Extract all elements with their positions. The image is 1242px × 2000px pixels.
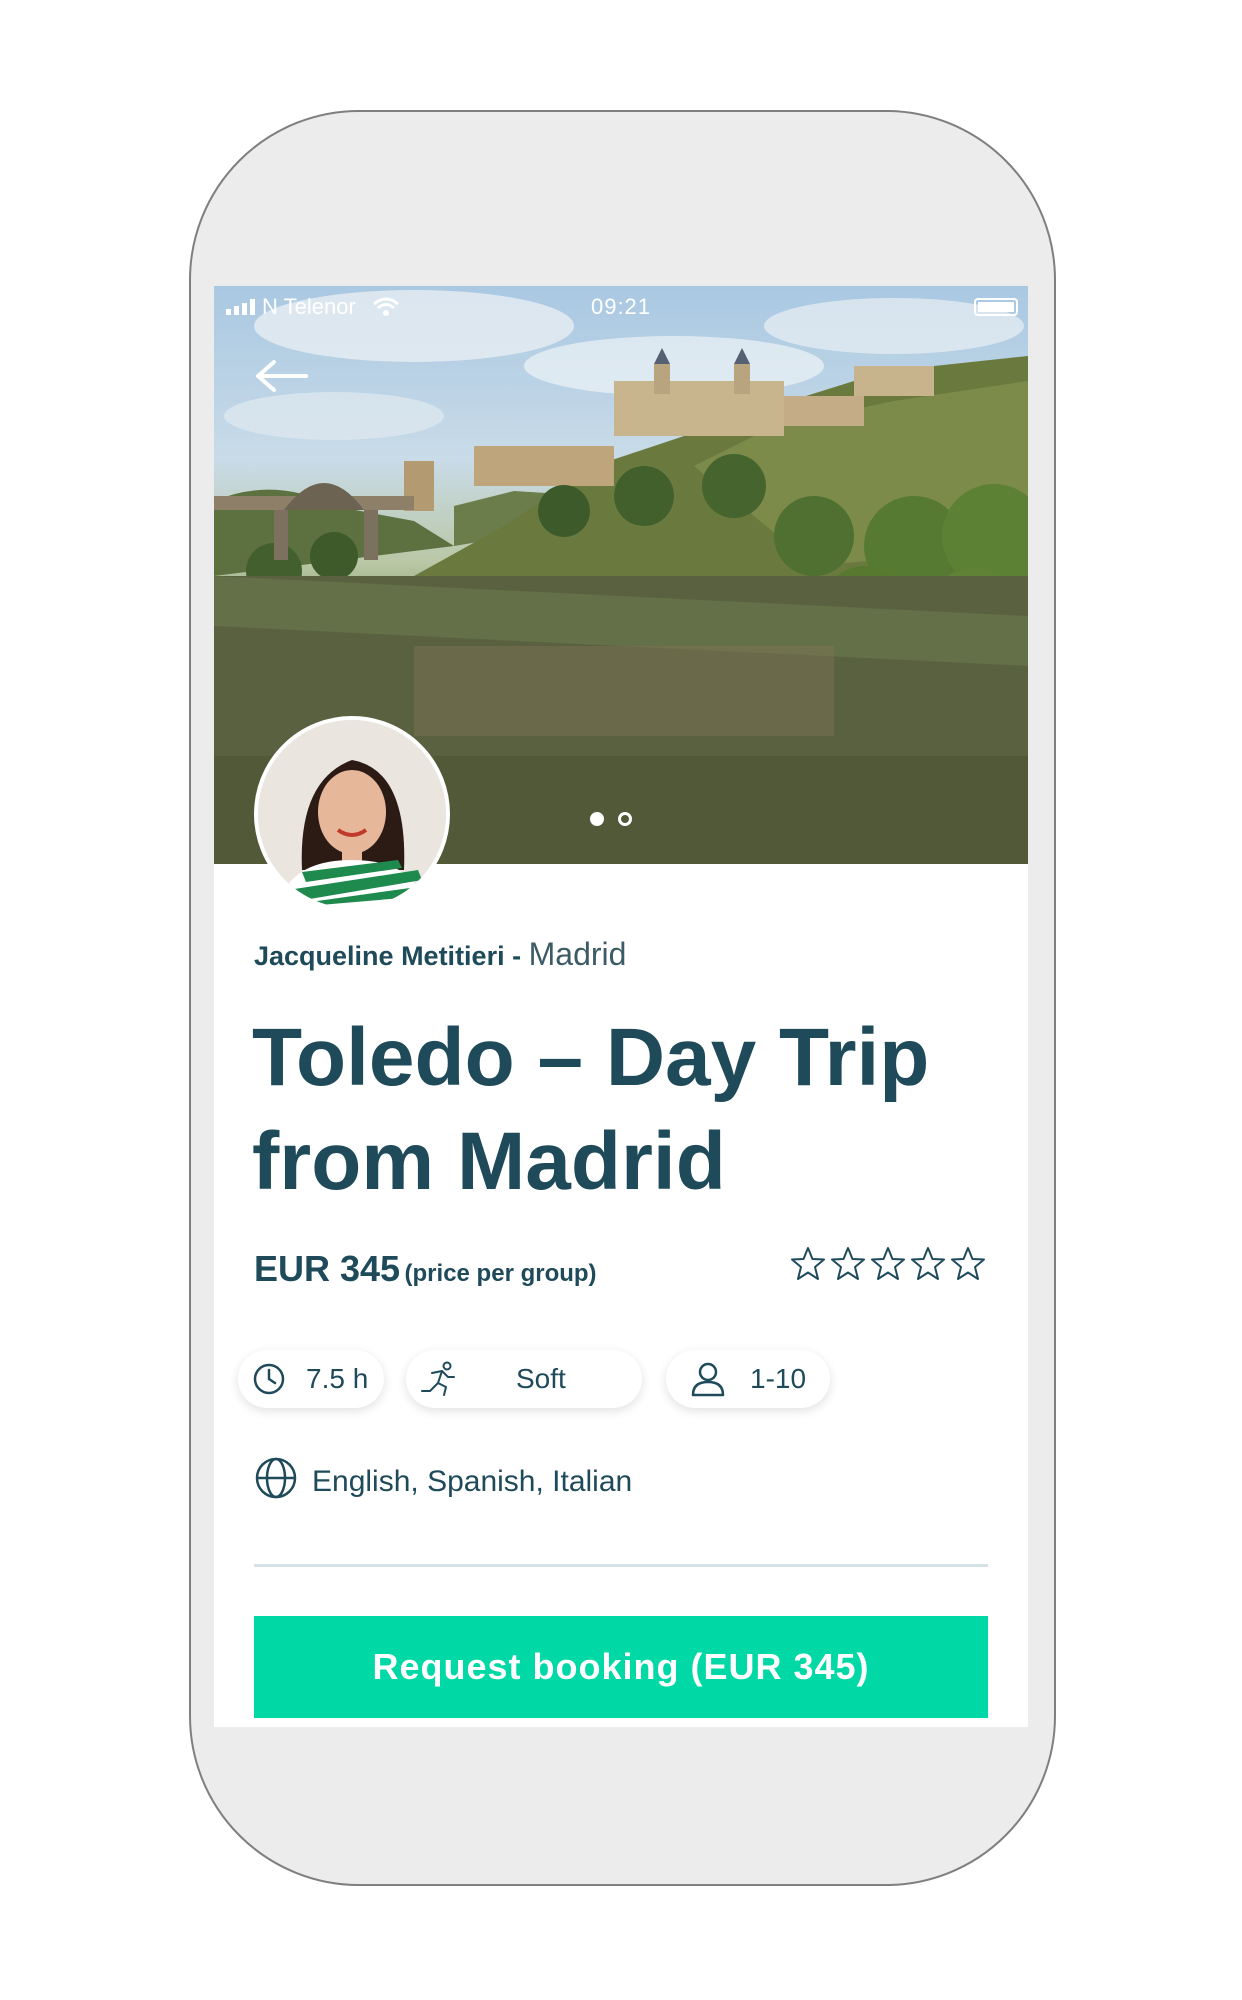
host-avatar[interactable] <box>254 716 450 912</box>
host-info: Jacqueline Metitieri - Madrid <box>254 936 626 973</box>
carousel-dot[interactable] <box>618 812 632 826</box>
duration-chip: 7.5 h <box>238 1350 384 1408</box>
clock-icon <box>252 1362 286 1396</box>
host-separator: - <box>512 941 522 971</box>
group-size-value: 1-10 <box>750 1363 807 1394</box>
languages-list: English, Spanish, Italian <box>312 1465 633 1498</box>
app-screen: N Telenor 09:21 Jacqueline Metitieri - M… <box>214 286 1028 1727</box>
activity-level-chip: Soft <box>406 1350 642 1408</box>
host-name[interactable]: Jacqueline Metitieri <box>254 941 505 971</box>
host-portrait-image <box>258 720 446 908</box>
tour-price: EUR 345 <box>254 1248 401 1289</box>
status-bar: N Telenor 09:21 <box>214 286 1028 330</box>
back-button[interactable] <box>252 356 312 406</box>
host-city: Madrid <box>528 936 627 972</box>
arrow-left-icon <box>256 360 308 392</box>
duration-value: 7.5 h <box>306 1363 369 1394</box>
star-outline-icon <box>791 1247 825 1280</box>
star-outline-icon <box>951 1247 985 1280</box>
battery-icon <box>974 298 1018 316</box>
running-person-icon <box>420 1361 460 1397</box>
languages-info: English, Spanish, Italian <box>254 1456 632 1508</box>
carousel-indicator <box>590 812 632 826</box>
person-icon <box>690 1361 726 1397</box>
star-outline-icon <box>831 1247 865 1280</box>
section-divider <box>254 1564 988 1567</box>
star-outline-icon <box>871 1247 905 1280</box>
price-note: (price per group) <box>404 1260 597 1287</box>
status-time: 09:21 <box>590 294 652 319</box>
star-outline-icon <box>911 1247 945 1280</box>
tour-title: Toledo – Day Trip from Madrid <box>252 1012 930 1207</box>
rating-stars <box>790 1246 986 1282</box>
carousel-dot-active[interactable] <box>590 812 604 826</box>
activity-level-value: Soft <box>516 1363 566 1394</box>
request-booking-button[interactable]: Request booking (EUR 345) <box>254 1616 988 1718</box>
group-size-chip: 1-10 <box>666 1350 830 1408</box>
price-info: EUR 345 (price per group) <box>254 1248 597 1290</box>
globe-icon <box>254 1456 298 1508</box>
